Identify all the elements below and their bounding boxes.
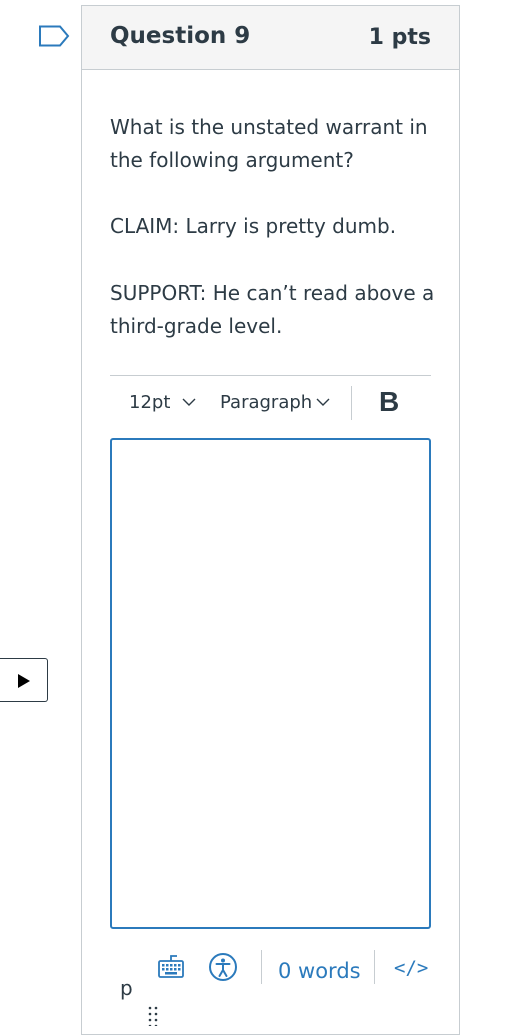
editor-toolbar: 12pt Paragraph B: [110, 375, 431, 432]
accessibility-icon[interactable]: [208, 952, 238, 982]
resize-grip-icon[interactable]: [148, 1006, 158, 1026]
question-claim: CLAIM: Larry is pretty dumb.: [110, 214, 397, 238]
answer-editor[interactable]: [110, 438, 431, 929]
play-button[interactable]: [0, 658, 48, 702]
chevron-down-icon[interactable]: [182, 398, 196, 407]
bold-button[interactable]: B: [379, 386, 399, 418]
question-card: Question 9 1 pts What is the unstated wa…: [81, 5, 460, 1035]
flag-icon[interactable]: [38, 25, 70, 47]
element-path[interactable]: p: [120, 976, 133, 1000]
question-header: Question 9 1 pts: [82, 6, 459, 70]
block-format-select[interactable]: Paragraph: [220, 392, 312, 413]
statusbar-divider: [261, 950, 262, 984]
html-editor-toggle[interactable]: </>: [394, 957, 428, 979]
question-support: SUPPORT: He can’t read above a third-gra…: [110, 281, 435, 338]
word-count[interactable]: 0 words: [278, 959, 361, 983]
question-prompt: What is the unstated warrant in the foll…: [110, 115, 428, 172]
question-points: 1 pts: [368, 25, 431, 50]
chevron-down-icon[interactable]: [316, 398, 330, 407]
keyboard-icon[interactable]: [157, 953, 185, 981]
play-icon: [18, 674, 30, 688]
question-title: Question 9: [110, 23, 251, 49]
font-size-select[interactable]: 12pt: [129, 392, 170, 413]
statusbar-divider: [374, 950, 375, 984]
toolbar-divider: [351, 386, 352, 420]
